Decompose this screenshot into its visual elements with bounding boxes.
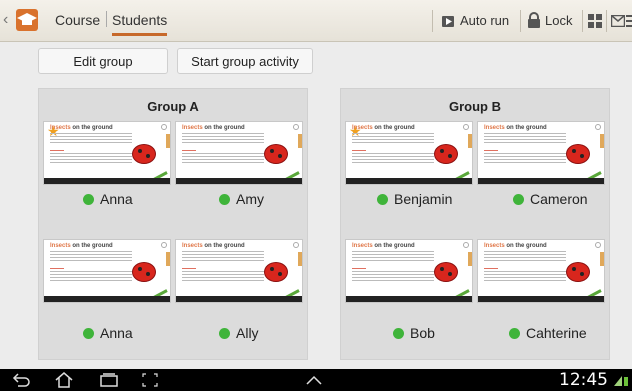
- online-status-icon: [83, 327, 94, 339]
- tab-divider: [106, 11, 107, 27]
- ladybug-image: [434, 262, 458, 282]
- student-label[interactable]: Anna: [83, 325, 133, 341]
- student-label[interactable]: Bob: [393, 325, 435, 341]
- thumbnail-title: Insects on the ground: [352, 243, 415, 249]
- auto-run-button[interactable]: Auto run: [460, 13, 509, 28]
- student-name: Anna: [100, 191, 133, 207]
- ladybug-image: [434, 144, 458, 164]
- divider: [606, 10, 607, 32]
- student-label[interactable]: Ally: [219, 325, 259, 341]
- student-label[interactable]: Cameron: [513, 191, 588, 207]
- student-label[interactable]: Amy: [219, 191, 264, 207]
- auto-run-icon[interactable]: [440, 13, 456, 29]
- ladybug-image: [264, 262, 288, 282]
- student-name: Cahterine: [526, 325, 587, 341]
- student-name: Amy: [236, 191, 264, 207]
- student-name: Benjamin: [394, 191, 453, 207]
- student-name: Bob: [410, 325, 435, 341]
- student-screen-thumbnail[interactable]: Insects on the ground: [175, 121, 303, 185]
- student-label[interactable]: Benjamin: [377, 191, 452, 207]
- edit-group-button[interactable]: Edit group: [38, 48, 168, 74]
- tab-course[interactable]: Course: [55, 12, 100, 36]
- ladybug-image: [264, 144, 288, 164]
- online-status-icon: [513, 193, 524, 205]
- student-screen-thumbnail[interactable]: Insects on the ground: [175, 239, 303, 303]
- chevron-up-icon[interactable]: [306, 375, 322, 385]
- group-b-panel: Group B ★ Insects on the ground Benjamin…: [340, 88, 610, 360]
- thumbnail-title: Insects on the ground: [50, 243, 113, 249]
- student-screen-thumbnail[interactable]: Insects on the ground: [345, 239, 473, 303]
- student-name: Anna: [100, 325, 133, 341]
- message-icon[interactable]: [611, 15, 625, 27]
- menu-icon[interactable]: [626, 14, 632, 28]
- thumbnail-title: Insects on the ground: [182, 125, 245, 131]
- thumbnail-title: Insects on the ground: [484, 125, 547, 131]
- student-screen-thumbnail[interactable]: Insects on the ground: [43, 239, 171, 303]
- back-chevron-icon[interactable]: ‹: [3, 11, 8, 29]
- student-label[interactable]: Anna: [83, 191, 133, 207]
- online-status-icon: [377, 193, 388, 205]
- thumbnail-title: Insects on the ground: [484, 243, 547, 249]
- group-title: Group A: [147, 99, 199, 114]
- divider: [582, 10, 583, 32]
- ladybug-image: [566, 144, 590, 164]
- action-bar: ‹ Course Students Auto run Lock: [0, 0, 632, 42]
- home-icon[interactable]: [55, 372, 73, 388]
- student-label[interactable]: Cahterine: [509, 325, 587, 341]
- online-status-icon: [83, 193, 94, 205]
- thumbnail-title: Insects on the ground: [182, 243, 245, 249]
- start-group-activity-button[interactable]: Start group activity: [177, 48, 313, 74]
- screenshot-icon[interactable]: [142, 373, 158, 387]
- online-status-icon: [219, 193, 230, 205]
- student-screen-thumbnail[interactable]: ★ Insects on the ground: [43, 121, 171, 185]
- online-status-icon: [509, 327, 520, 339]
- thumbnail-title: Insects on the ground: [50, 125, 113, 131]
- student-screen-thumbnail[interactable]: Insects on the ground: [477, 239, 605, 303]
- ladybug-image: [132, 144, 156, 164]
- group-title: Group B: [449, 99, 501, 114]
- divider: [432, 10, 433, 32]
- online-status-icon: [219, 327, 230, 339]
- clock: 12:45: [559, 370, 608, 390]
- signal-battery-icon: [614, 376, 628, 386]
- student-name: Cameron: [530, 191, 588, 207]
- ladybug-image: [566, 262, 590, 282]
- grid-view-icon[interactable]: [588, 14, 602, 28]
- group-a-panel: Group A ★ Insects on the ground Anna Ins…: [38, 88, 308, 360]
- lock-button[interactable]: Lock: [545, 13, 572, 28]
- student-screen-thumbnail[interactable]: Insects on the ground: [477, 121, 605, 185]
- graduation-cap-icon[interactable]: [15, 8, 39, 32]
- back-icon[interactable]: [12, 373, 30, 387]
- student-screen-thumbnail[interactable]: ★ Insects on the ground: [345, 121, 473, 185]
- thumbnail-title: Insects on the ground: [352, 125, 415, 131]
- tab-students[interactable]: Students: [112, 12, 168, 36]
- online-status-icon: [393, 327, 404, 339]
- student-name: Ally: [236, 325, 259, 341]
- system-navigation-bar: 12:45: [0, 369, 632, 391]
- lock-icon[interactable]: [527, 12, 541, 29]
- ladybug-image: [132, 262, 156, 282]
- recent-apps-icon[interactable]: [100, 373, 118, 387]
- divider: [520, 10, 521, 32]
